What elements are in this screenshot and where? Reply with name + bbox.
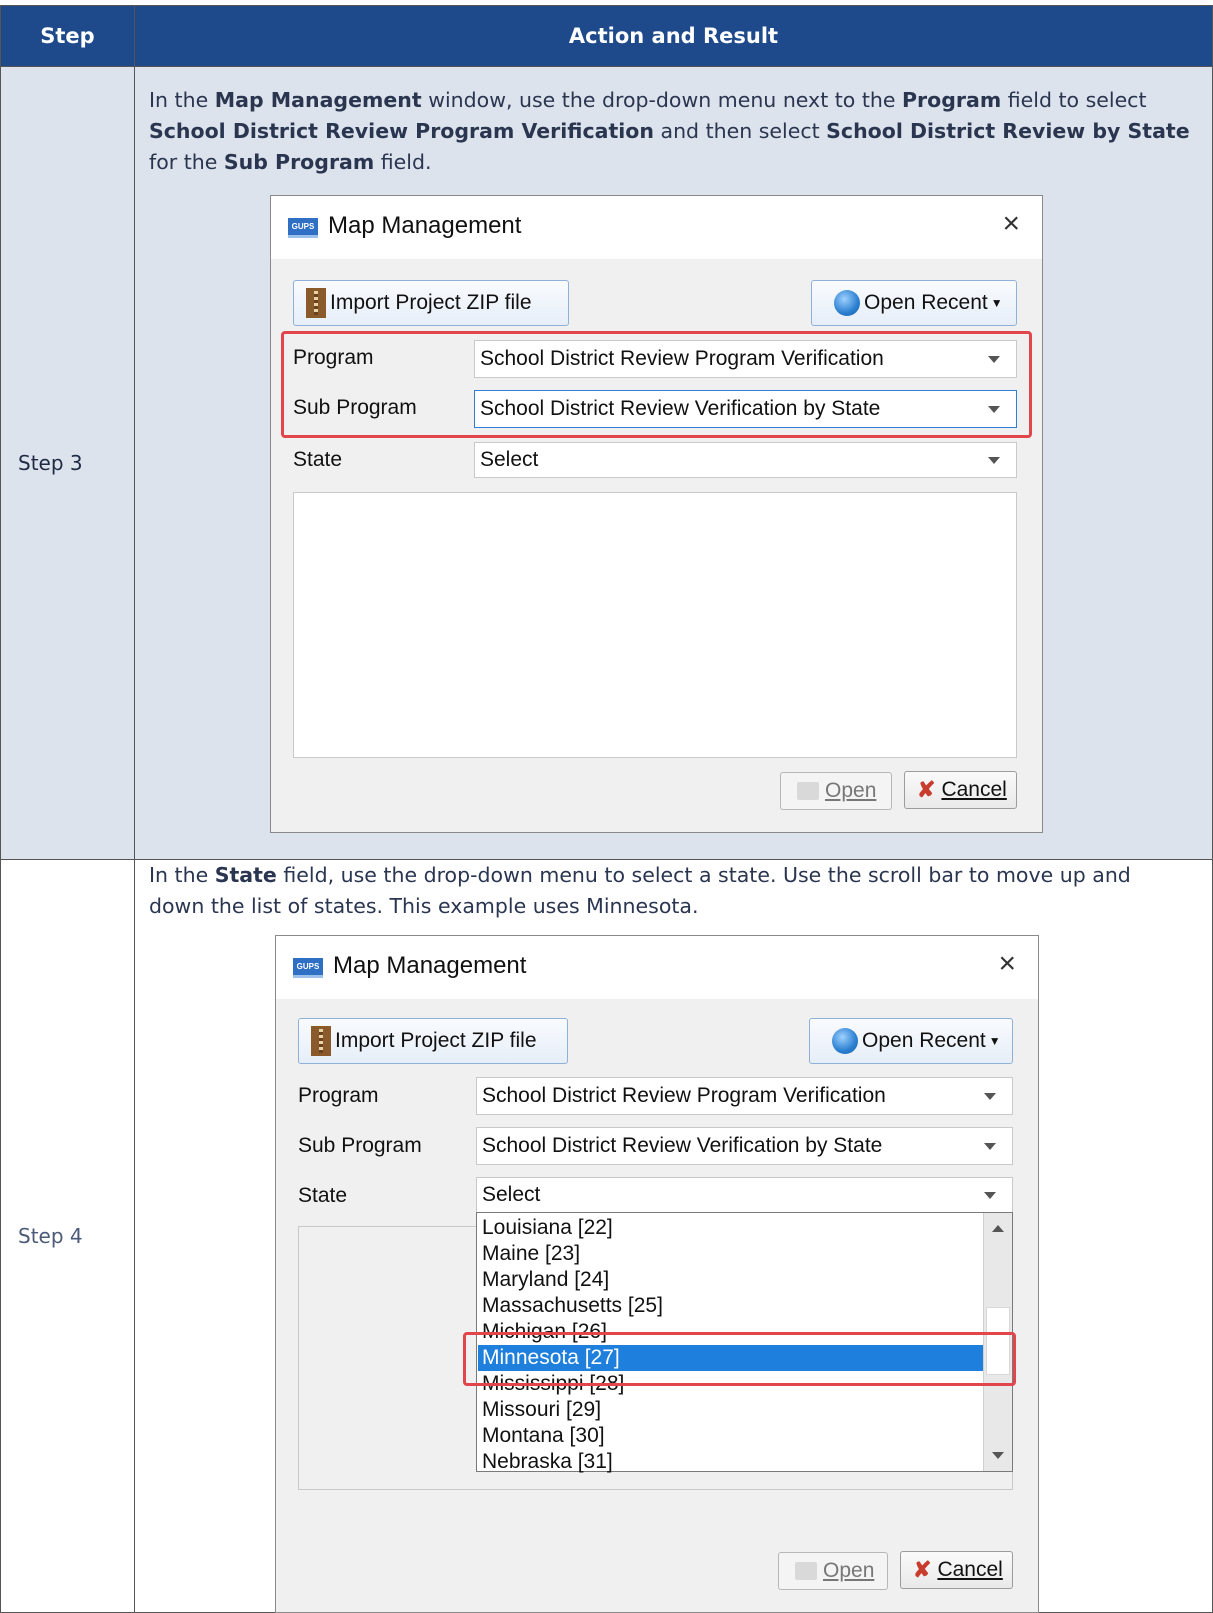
projects-list-panel[interactable] — [293, 492, 1017, 758]
dialog-title: Map Management — [328, 212, 522, 239]
open-recent-label: Open Recent — [862, 1029, 986, 1052]
highlight-program-fields — [281, 331, 1032, 438]
import-project-zip-button[interactable]: Import Project ZIP file — [298, 1018, 568, 1064]
scroll-up-icon[interactable] — [992, 1225, 1004, 1232]
state-option[interactable]: Montana [30] — [478, 1423, 983, 1449]
subprogram-label: Sub Program — [298, 1134, 422, 1157]
globe-icon — [832, 1028, 858, 1054]
step4-row: Step 4 In the State field, use the drop-… — [0, 859, 1213, 1613]
header-step: Step — [0, 5, 135, 67]
gups-logo-icon: GUPS — [288, 218, 318, 238]
chevron-down-icon: ▼ — [990, 296, 1003, 310]
cancel-x-icon: ✘ — [913, 1557, 932, 1582]
state-label: State — [293, 448, 343, 471]
program-label: Program — [298, 1084, 379, 1107]
step4-instructions: In the State field, use the drop-down me… — [149, 863, 1131, 918]
state-select[interactable]: Select — [474, 442, 1017, 478]
state-select[interactable]: Select — [476, 1177, 1013, 1213]
step3-row: Step 3 In the Map Management window, use… — [0, 66, 1213, 860]
globe-icon — [834, 290, 860, 316]
program-select[interactable]: School District Review Program Verificat… — [476, 1077, 1013, 1115]
state-label: State — [298, 1184, 348, 1207]
zip-file-icon — [306, 288, 326, 318]
folder-icon — [797, 782, 819, 800]
zip-file-icon — [311, 1026, 331, 1056]
instruction-table: Step Action and Result Step 3 In the Map… — [0, 0, 1213, 1613]
state-option[interactable]: Massachusetts [25] — [478, 1293, 983, 1319]
highlight-minnesota — [463, 1332, 1016, 1386]
cancel-button[interactable]: ✘ Cancel — [904, 771, 1017, 809]
header-action-result: Action and Result — [134, 5, 1213, 67]
close-icon[interactable]: × — [1002, 209, 1020, 239]
import-project-zip-button[interactable]: Import Project ZIP file — [293, 280, 569, 326]
dropdown-arrow-icon — [988, 457, 1000, 464]
state-option[interactable]: Nebraska [31] — [478, 1449, 983, 1475]
step4-label: Step 4 — [0, 859, 135, 1613]
dialog-title: Map Management — [333, 952, 527, 979]
open-recent-button[interactable]: Open Recent ▼ — [809, 1018, 1013, 1064]
import-label: Import Project ZIP file — [330, 291, 532, 314]
import-label: Import Project ZIP file — [335, 1029, 537, 1052]
open-button[interactable]: Open — [778, 1552, 888, 1590]
cancel-button[interactable]: ✘ Cancel — [900, 1551, 1013, 1589]
step3-instructions: In the Map Management window, use the dr… — [149, 88, 1190, 174]
dropdown-arrow-icon — [984, 1093, 996, 1100]
open-button[interactable]: Open — [780, 772, 892, 810]
folder-icon — [795, 1562, 817, 1580]
gups-logo-icon: GUPS — [293, 958, 323, 978]
dropdown-arrow-icon — [984, 1192, 996, 1199]
subprogram-select[interactable]: School District Review Verification by S… — [476, 1127, 1013, 1165]
map-management-dialog-2: GUPS Map Management × Import Project ZIP… — [275, 935, 1039, 1613]
cancel-x-icon: ✘ — [917, 777, 936, 802]
open-recent-label: Open Recent — [864, 291, 988, 314]
open-recent-button[interactable]: Open Recent ▼ — [811, 280, 1017, 326]
dialog-titlebar: GUPS Map Management × — [276, 936, 1038, 999]
state-option[interactable]: Maine [23] — [478, 1241, 983, 1267]
chevron-down-icon: ▼ — [988, 1034, 1001, 1048]
step3-label: Step 3 — [0, 66, 135, 860]
map-management-dialog: GUPS Map Management × Import Project ZIP… — [270, 195, 1043, 833]
step3-action-cell: In the Map Management window, use the dr… — [134, 66, 1213, 860]
dropdown-arrow-icon — [984, 1143, 996, 1150]
scroll-down-icon[interactable] — [992, 1452, 1004, 1459]
state-option[interactable]: Missouri [29] — [478, 1397, 983, 1423]
dialog-titlebar: GUPS Map Management × — [271, 196, 1042, 259]
close-icon[interactable]: × — [998, 949, 1016, 979]
step4-action-cell: In the State field, use the drop-down me… — [134, 859, 1213, 1613]
state-option[interactable]: Louisiana [22] — [478, 1215, 983, 1241]
state-option[interactable]: Maryland [24] — [478, 1267, 983, 1293]
